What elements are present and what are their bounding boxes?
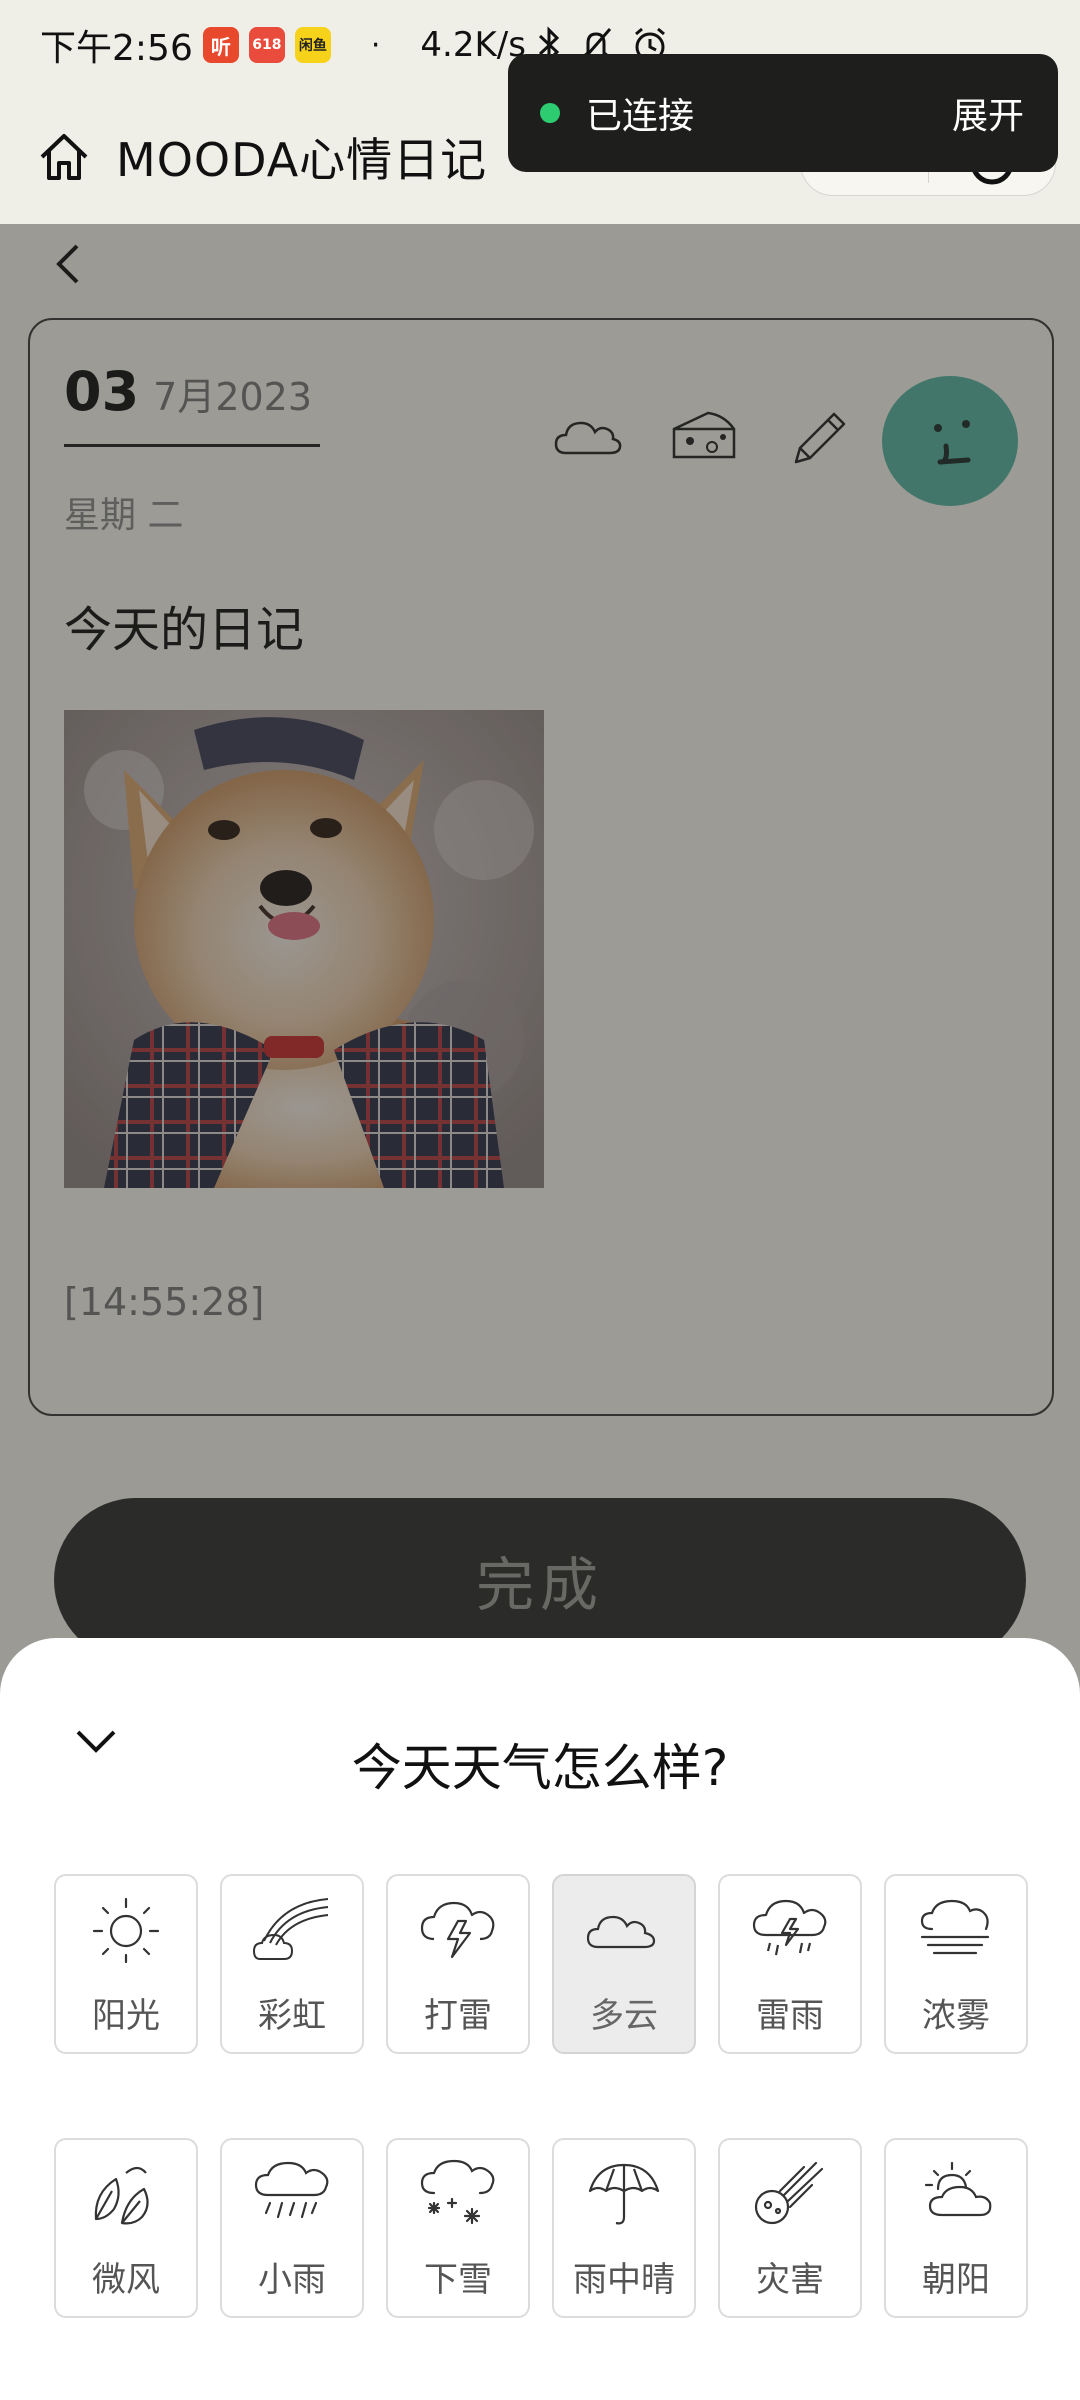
connection-toast: 已连接 展开 [508,54,1058,172]
home-icon[interactable] [36,129,92,185]
toast-label: 已连接 [586,96,695,137]
app-title: MOODA心情日记 [116,133,488,187]
umbrella-sun-icon [588,2163,660,2225]
fog-icon [920,1899,990,1955]
weather-option-label: 朝阳 [922,2260,990,2300]
notification-xianyu-icon: 闲鱼 [294,27,331,63]
light-rain-icon [254,2161,329,2219]
sun-icon [92,1897,160,1964]
weather-option-sun-shower[interactable]: 雨中晴 [552,2138,696,2318]
weather-option-sunrise[interactable]: 朝阳 [884,2138,1028,2318]
thunderstorm-icon [752,1899,827,1956]
weather-option-disaster[interactable]: 灾害 [718,2138,862,2318]
network-speed: 4.2K/s [420,25,526,65]
weather-option-label: 浓雾 [922,1996,990,2036]
weather-option-label: 阳光 [92,1996,160,2036]
rainbow-icon [252,1898,329,1960]
weather-option-label: 多云 [590,1996,658,2036]
weather-option-label: 雷雨 [756,1996,824,2036]
weather-option-sunny[interactable]: 阳光 [54,1874,198,2054]
snow-icon [420,2159,495,2225]
notification-618-icon: 618 [248,27,285,63]
weather-option-breeze[interactable]: 微风 [54,2138,198,2318]
weather-option-label: 微风 [92,2260,160,2300]
cloudy-icon [586,1915,656,1949]
weather-option-label: 打雷 [424,1996,492,2036]
weather-option-rainbow[interactable]: 彩虹 [220,1874,364,2054]
weather-option-label: 灾害 [756,2260,824,2300]
weather-option-light-rain[interactable]: 小雨 [220,2138,364,2318]
breeze-icon [94,2166,149,2225]
expand-button[interactable]: 展开 [952,87,1024,139]
weather-option-label: 小雨 [258,2260,326,2300]
status-time: 下午2:56 [40,28,193,69]
weather-grid: 阳光 彩虹 打雷 多云 雷雨 浓雾 微风 小雨 下雪 雨中晴 灾害 朝阳 [54,1874,1028,2318]
weather-option-fog[interactable]: 浓雾 [884,1874,1028,2054]
sheet-question: 今天天气怎么样? [351,1739,729,1797]
weather-option-label: 彩虹 [258,1996,326,2036]
weather-option-label: 下雪 [424,2260,492,2300]
sunrise-icon [924,2161,992,2217]
weather-option-label: 雨中晴 [573,2260,675,2300]
thunder-icon [420,1901,495,1959]
meteor-icon [754,2161,824,2225]
weather-option-thunder[interactable]: 打雷 [386,1874,530,2054]
weather-picker-sheet: 今天天气怎么样? 阳光 彩虹 打雷 多云 雷雨 浓雾 微风 小雨 下雪 雨中晴 … [0,1638,1080,2400]
weather-option-snow[interactable]: 下雪 [386,2138,530,2318]
weather-option-cloudy[interactable]: 多云 [552,1874,696,2054]
weather-option-thunderstorm[interactable]: 雷雨 [718,1874,862,2054]
status-dot: · [370,27,381,63]
notification-listen-icon: 听 [202,27,239,63]
connected-dot-icon [540,103,560,123]
